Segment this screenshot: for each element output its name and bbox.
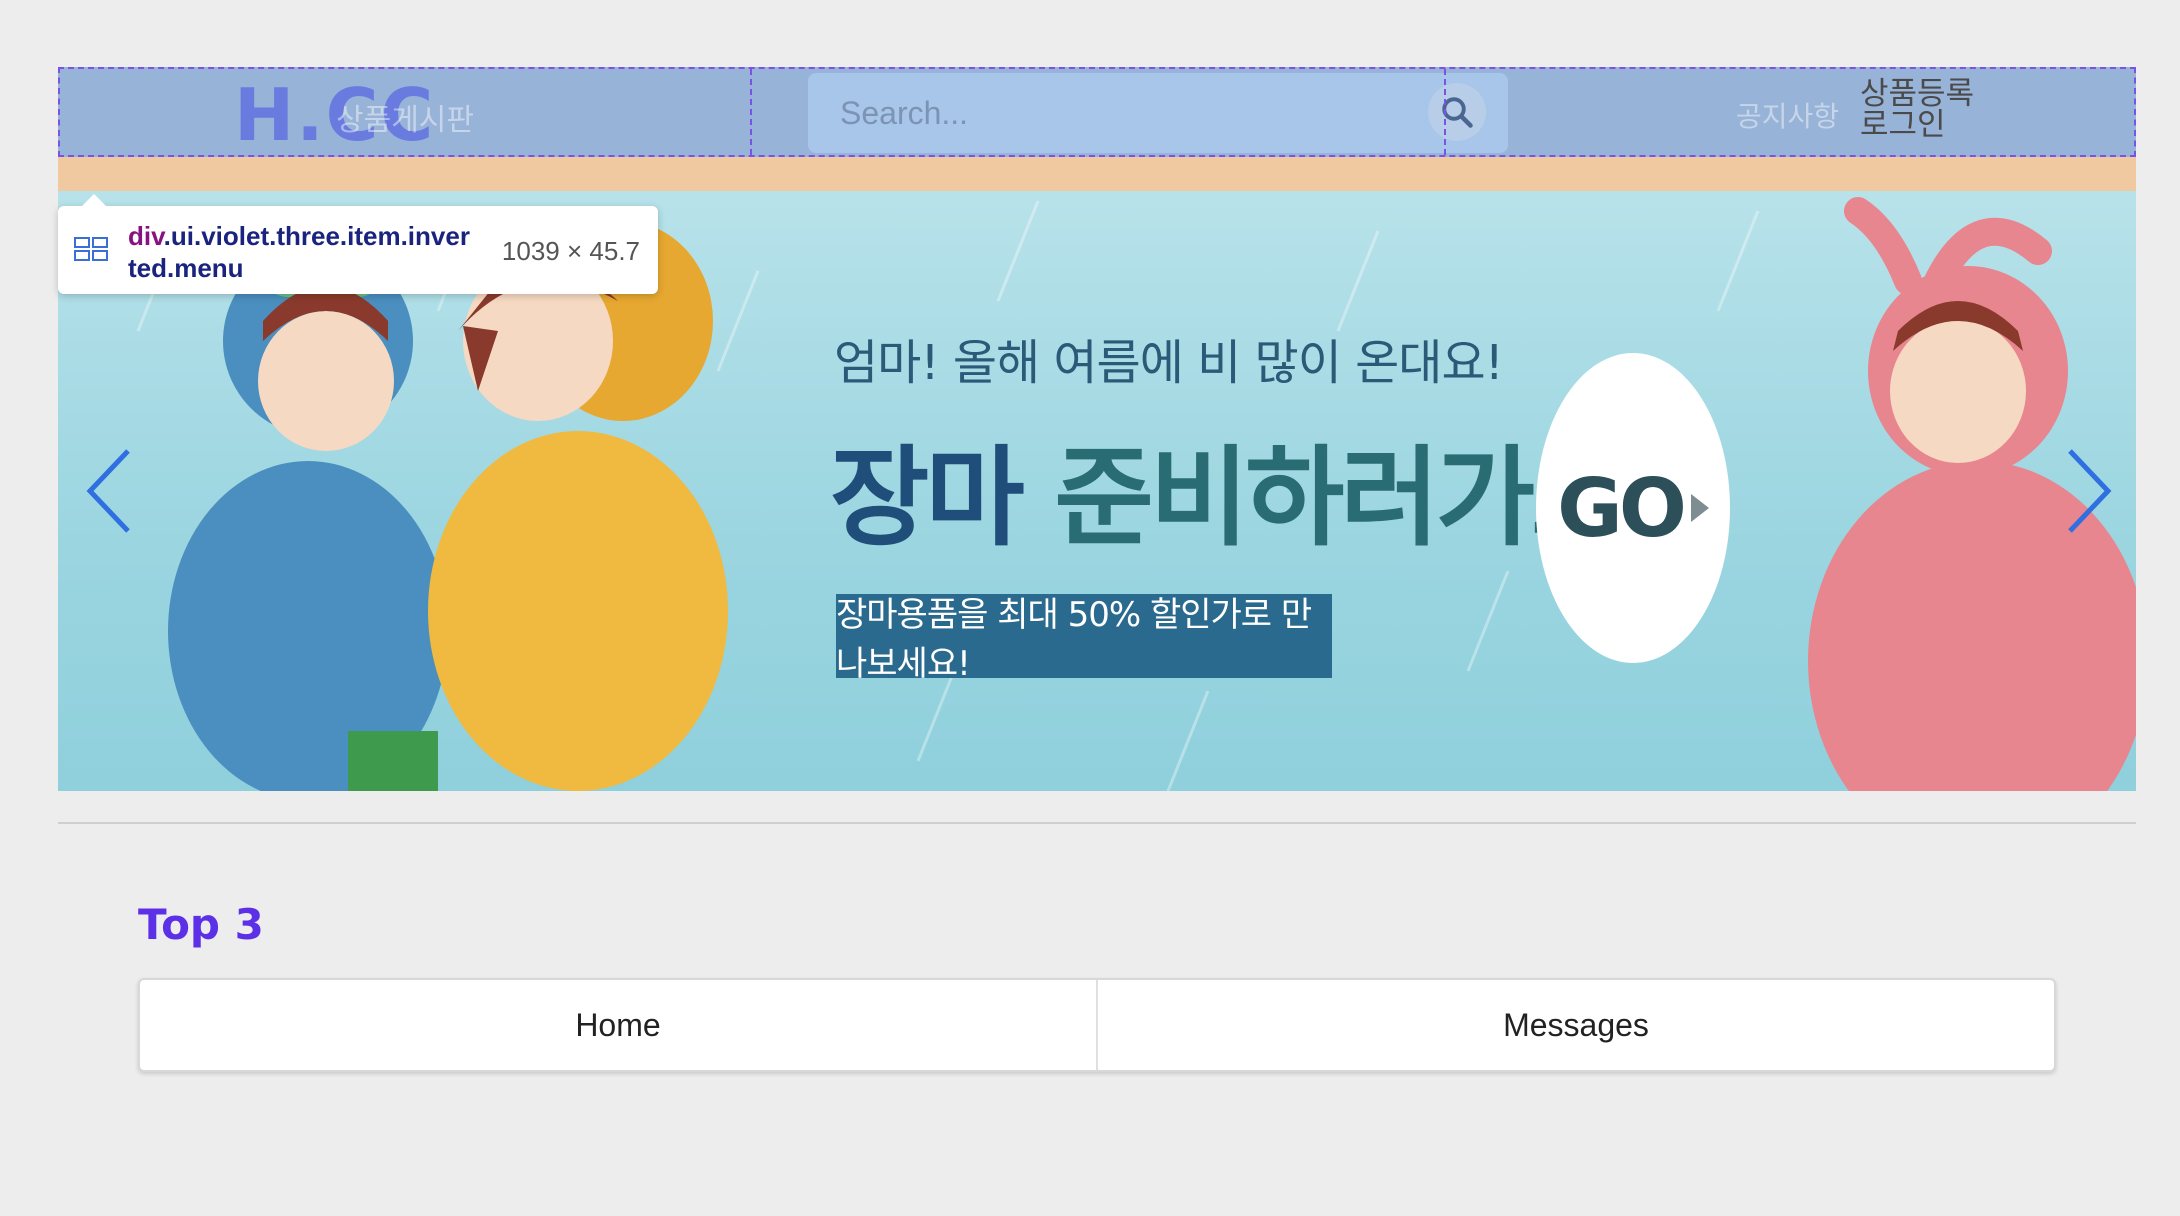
menu-item-register-product[interactable]: 상품등록 [1860,79,1974,110]
banner-subtitle: 엄마! 올해 여름에 비 많이 온대요! [834,335,1504,391]
section-divider [58,822,2136,824]
menu-divider [750,69,752,155]
flex-layout-icon [74,237,108,261]
account-links: 상품등록 로그인 [1860,79,1974,141]
menu-item-notice[interactable]: 공지사항 [1736,95,1839,135]
menu-divider [1444,69,1446,155]
tab-messages[interactable]: Messages [1096,980,2054,1070]
carousel-next-arrow-icon[interactable] [2058,443,2118,539]
search-button[interactable] [1428,83,1486,141]
banner-title-highlight: 장마 [830,436,1025,561]
menu-item-product-board[interactable]: 상품게시판 [336,95,474,139]
banner-go-button[interactable]: GO [1536,353,1730,663]
banner-discount-label: 장마용품을 최대 50% 할인가로 만나보세요! [836,594,1332,684]
top-menu-bar: H.CC 상품게시판 공지사항 상품등록 로그인 [58,67,2136,157]
go-label: GO [1557,461,1687,555]
carousel-prev-arrow-icon[interactable] [80,443,140,539]
menu-item-login[interactable]: 로그인 [1860,110,1974,141]
section-title: Top 3 [138,900,264,949]
tooltip-dimensions: 1039 × 45.7 [501,236,640,266]
search-input[interactable] [808,73,1428,153]
tab-home[interactable]: Home [140,980,1096,1070]
devtools-inspect-tooltip: div.ui.violet.three.item.inverted.menu 1… [58,194,658,294]
tooltip-tag: div [128,221,164,251]
tab-menu: Home Messages [138,978,2056,1072]
tooltip-classes: .ui.violet.three.item.inverted.menu [128,221,470,283]
search-box [808,73,1508,153]
play-arrow-icon [1690,494,1709,522]
tooltip-selector: div.ui.violet.three.item.inverted.menu [128,220,478,284]
header-accent-strip [58,157,2136,191]
